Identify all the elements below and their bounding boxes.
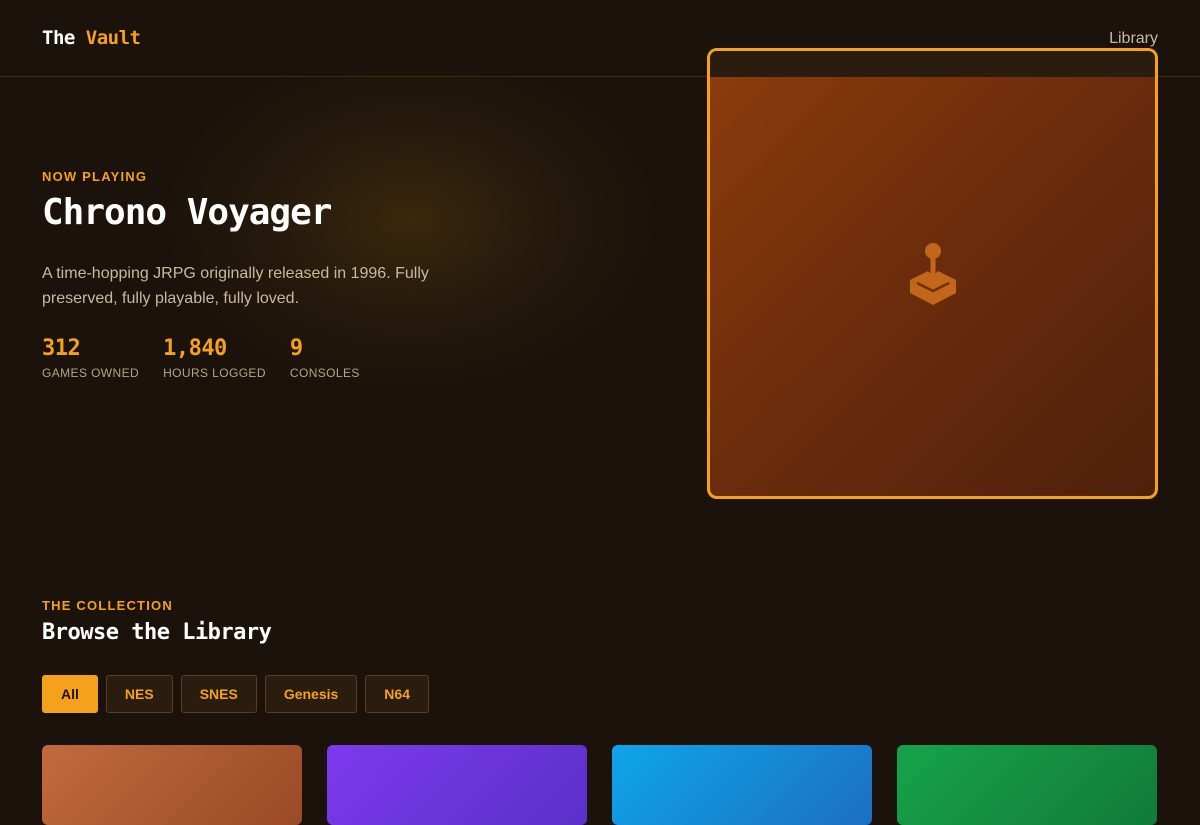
hero-stats: 312 GAMES OWNED 1,840 HOURS LOGGED 9 CON…	[42, 336, 360, 380]
stat-games-owned: 312 GAMES OWNED	[42, 336, 139, 380]
platform-filter-bar: All NES SNES Genesis N64	[42, 675, 429, 713]
filter-nes-button[interactable]: NES	[105, 675, 173, 713]
logo-primary-text: The	[42, 27, 75, 49]
filter-snes-button[interactable]: SNES	[180, 675, 257, 713]
now-playing-eyebrow: NOW PLAYING	[42, 169, 148, 184]
stat-label: HOURS LOGGED	[163, 366, 266, 380]
game-card[interactable]	[612, 745, 872, 825]
joystick-icon	[910, 243, 956, 305]
now-playing-cover-card[interactable]	[707, 48, 1158, 499]
nav-link-library[interactable]: Library	[1109, 30, 1158, 48]
stat-label: GAMES OWNED	[42, 366, 140, 380]
stat-label: CONSOLES	[289, 366, 360, 380]
filter-genesis-button[interactable]: Genesis	[264, 675, 358, 713]
stat-value: 1,840	[163, 336, 227, 361]
stat-consoles: 9 CONSOLES	[290, 336, 360, 380]
game-card[interactable]	[327, 745, 587, 825]
game-card[interactable]	[897, 745, 1157, 825]
filter-all-button[interactable]: All	[42, 675, 98, 713]
stat-hours-logged: 1,840 HOURS LOGGED	[163, 336, 266, 380]
stat-value: 9	[289, 336, 303, 361]
collection-title: Browse the Library	[42, 620, 272, 645]
filter-n64-button[interactable]: N64	[365, 675, 429, 713]
game-card[interactable]	[42, 745, 302, 825]
hero-title: Chrono Voyager	[42, 192, 332, 233]
hero-description: A time-hopping JRPG originally released …	[42, 265, 429, 307]
collection-eyebrow: THE COLLECTION	[42, 598, 173, 613]
logo-accent-text: Vault	[85, 27, 141, 49]
cover-card-top-strip	[710, 51, 1155, 77]
site-logo[interactable]: The Vault	[42, 27, 141, 49]
stat-value: 312	[42, 336, 81, 361]
game-card-grid	[42, 745, 1158, 825]
